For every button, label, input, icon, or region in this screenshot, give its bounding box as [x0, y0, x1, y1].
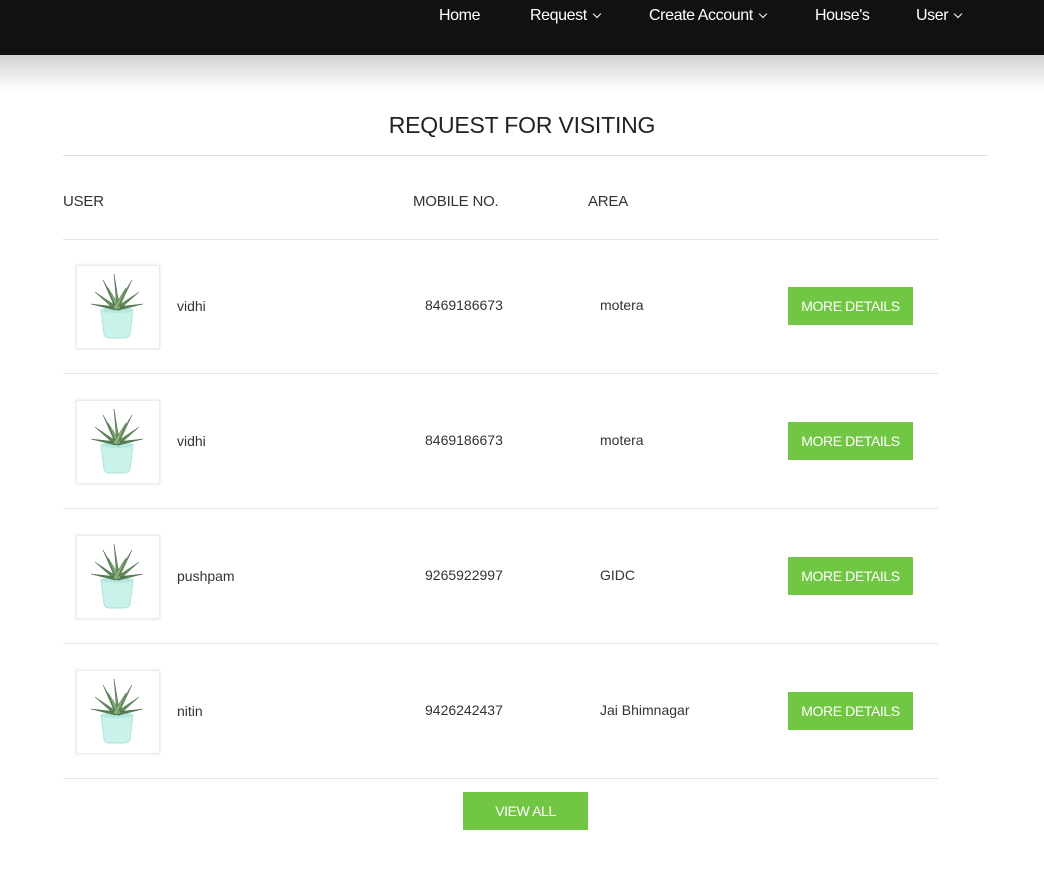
more-details-button[interactable]: MORE DETAILS — [788, 287, 913, 325]
divider — [413, 643, 938, 644]
header-shadow-band — [0, 55, 1044, 91]
nav-user[interactable]: User — [916, 7, 963, 25]
mobile-number: 8469186673 — [425, 432, 503, 448]
divider — [63, 778, 938, 779]
nav-request-label: Request — [530, 7, 587, 24]
chevron-down-icon — [758, 9, 768, 19]
divider — [63, 239, 938, 240]
area-name: Jai Bhimnagar — [600, 702, 690, 718]
divider — [63, 373, 413, 374]
potted-plant-icon — [76, 265, 160, 349]
mobile-number: 9426242437 — [425, 702, 503, 718]
potted-plant-icon — [76, 535, 160, 619]
nav-request[interactable]: Request — [530, 7, 602, 25]
nav-houses[interactable]: House's — [815, 7, 870, 25]
page-title: REQUEST FOR VISITING — [388, 112, 656, 138]
column-header-area: AREA — [588, 193, 629, 210]
area-name: motera — [600, 432, 644, 448]
user-name: vidhi — [177, 433, 206, 449]
top-navbar: Home Request Create Account House's User — [0, 0, 1044, 55]
potted-plant-icon — [76, 400, 160, 484]
nav-houses-label: House's — [815, 7, 870, 24]
more-details-button[interactable]: MORE DETAILS — [788, 422, 913, 460]
user-name: vidhi — [177, 298, 206, 314]
divider — [63, 155, 988, 156]
column-header-mobile: MOBILE NO. — [413, 193, 499, 210]
user-name: nitin — [177, 703, 203, 719]
mobile-number: 9265922997 — [425, 567, 503, 583]
column-header-user: USER — [63, 193, 104, 210]
view-all-button[interactable]: VIEW ALL — [463, 792, 588, 830]
user-name: pushpam — [177, 568, 235, 584]
chevron-down-icon — [953, 9, 963, 19]
area-name: GIDC — [600, 567, 635, 583]
divider — [63, 508, 413, 509]
divider — [413, 373, 938, 374]
nav-create-account-label: Create Account — [649, 7, 753, 24]
divider — [63, 643, 413, 644]
nav-home[interactable]: Home — [439, 7, 480, 25]
divider — [413, 508, 938, 509]
potted-plant-icon — [76, 670, 160, 754]
chevron-down-icon — [592, 9, 602, 19]
nav-user-label: User — [916, 7, 949, 24]
mobile-number: 8469186673 — [425, 297, 503, 313]
nav-create-account[interactable]: Create Account — [649, 7, 768, 25]
area-name: motera — [600, 297, 644, 313]
more-details-button[interactable]: MORE DETAILS — [788, 692, 913, 730]
more-details-button[interactable]: MORE DETAILS — [788, 557, 913, 595]
nav-home-label: Home — [439, 7, 481, 24]
